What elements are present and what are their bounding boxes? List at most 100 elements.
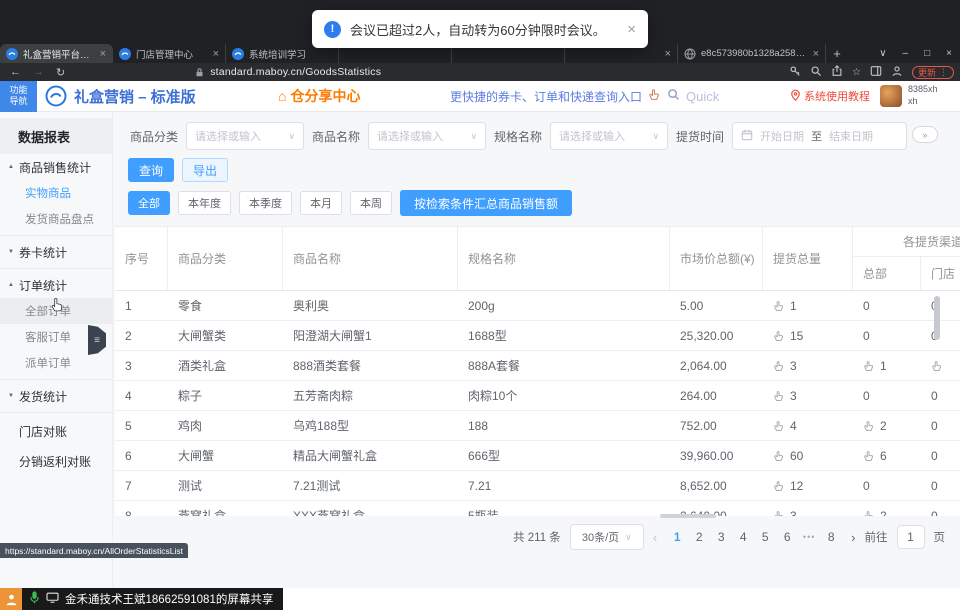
filter-tab[interactable]: 本月 — [300, 191, 342, 215]
sidebar-item-shipment-check[interactable]: 发货商品盘点 — [0, 206, 112, 232]
cell-category: 大闸蟹类 — [168, 321, 283, 350]
function-nav-toggle[interactable]: 功能 导航 — [0, 81, 37, 112]
tab-close-icon[interactable]: × — [100, 48, 106, 60]
spec-select[interactable]: 请选择或输入 ∨ — [550, 122, 668, 150]
main-content: 商品分类 请选择或输入 ∨ 商品名称 请选择或输入 ∨ 规格名称 请选择或输入 … — [113, 112, 960, 588]
tab-title: 系统培训学习 — [249, 47, 332, 61]
cell-spec: 肉粽10个 — [458, 381, 670, 410]
page-number[interactable]: 5 — [754, 530, 776, 544]
meeting-app-icon[interactable] — [0, 588, 22, 610]
browser-tab-store[interactable]: 门店管理中心 × — [113, 44, 226, 63]
date-range-picker[interactable]: 开始日期 至 结束日期 — [732, 122, 907, 150]
minimize-button[interactable]: – — [903, 48, 909, 59]
quick-entry[interactable]: 更快捷的券卡、订单和快递查询入口 Quick — [450, 88, 719, 105]
forward-icon[interactable]: → — [33, 66, 44, 79]
lock-icon[interactable] — [195, 67, 204, 78]
page-number[interactable]: 6 — [776, 530, 798, 544]
time-filter-label: 提货时间 — [676, 128, 724, 145]
zoom-icon[interactable] — [810, 65, 822, 80]
location-pin-icon — [790, 89, 801, 104]
sidebar-group-shipping-stats[interactable]: ▼ 发货统计 — [0, 383, 112, 409]
horizontal-scrollbar[interactable] — [660, 514, 716, 518]
period-tabs: 全部本年度本季度本月本周 按检索条件汇总商品销售额 — [128, 190, 572, 216]
name-placeholder: 请选择或输入 — [377, 128, 470, 144]
export-button[interactable]: 导出 — [182, 158, 228, 182]
category-placeholder: 请选择或输入 — [195, 128, 288, 144]
col-name: 商品名称 — [283, 227, 458, 290]
sidebar-item-dispatch-orders[interactable]: 派单订单 — [0, 350, 112, 376]
search-button[interactable]: 查询 — [128, 158, 174, 182]
next-page-icon[interactable]: › — [851, 530, 855, 545]
side-panel-icon[interactable] — [870, 65, 882, 80]
table-row: 5鸡肉乌鸡188型188752.00420 — [115, 411, 960, 441]
divider — [0, 235, 112, 236]
filter-tab[interactable]: 本年度 — [178, 191, 231, 215]
new-tab-button[interactable]: + — [826, 44, 848, 63]
cell-pick-total: 3 — [763, 501, 853, 516]
pick-count-icon — [863, 360, 875, 372]
pick-count-icon — [773, 390, 785, 402]
filter-tab[interactable]: 全部 — [128, 191, 170, 215]
sidebar-group-coupon-stats[interactable]: ▼ 券卡统计 — [0, 239, 112, 265]
cell-name: 7.21测试 — [283, 471, 458, 500]
prev-page-icon[interactable]: ‹ — [653, 530, 657, 545]
summary-button[interactable]: 按检索条件汇总商品销售额 — [400, 190, 572, 216]
vertical-scrollbar[interactable] — [934, 296, 940, 340]
cell-pick-total: 3 — [763, 351, 853, 380]
browser-tab-goods[interactable]: 礼盒营销平台管理中心 × — [0, 44, 113, 63]
cell-category: 大闸蟹 — [168, 441, 283, 470]
page-number[interactable]: 2 — [688, 530, 710, 544]
cell-store: 0 — [921, 441, 960, 470]
nav-toggle-line2: 导航 — [9, 96, 27, 107]
collapse-filters-button[interactable]: » — [912, 126, 938, 143]
col-spec: 规格名称 — [458, 227, 670, 290]
tab-close-icon[interactable]: × — [213, 48, 219, 60]
address-bar[interactable]: standard.maboy.cn/GoodsStatistics — [210, 66, 381, 78]
page-number[interactable]: 4 — [732, 530, 754, 544]
sidebar-item-store-reconcile[interactable]: 门店对账 — [0, 416, 112, 446]
pick-count-icon — [773, 420, 785, 432]
cell-spec: 1688型 — [458, 321, 670, 350]
tab-close-icon[interactable]: × — [665, 48, 671, 60]
maximize-button[interactable]: □ — [924, 48, 930, 59]
sidebar-item-distribution-reconcile[interactable]: 分销返利对账 — [0, 446, 112, 476]
page-number[interactable]: 3 — [710, 530, 732, 544]
share-icon[interactable] — [831, 65, 843, 80]
page-number[interactable]: 1 — [666, 530, 688, 544]
browser-tab-hash[interactable]: e8c573980b1328a258fd2e6f8 × — [678, 44, 826, 63]
share-center-link[interactable]: ⌂ 仓分享中心 — [278, 86, 360, 106]
page-number[interactable]: ••• — [798, 532, 820, 542]
bookmark-star-icon[interactable]: ☆ — [852, 67, 861, 78]
close-window-button[interactable]: × — [946, 48, 952, 59]
cell-spec: 200g — [458, 291, 670, 320]
cell-amount: 39,960.00 — [670, 441, 763, 470]
key-icon[interactable] — [789, 65, 801, 80]
calendar-icon — [741, 129, 753, 144]
sidebar-group-order-stats[interactable]: ▲ 订单统计 — [0, 272, 112, 298]
name-filter-label: 商品名称 — [312, 128, 360, 145]
toast-close-icon[interactable]: × — [627, 21, 636, 38]
tab-search-icon[interactable]: ∨ — [879, 48, 886, 59]
chrome-update-button[interactable]: 更新 ⋮ — [912, 66, 954, 79]
filter-tab[interactable]: 本周 — [350, 191, 392, 215]
profile-icon[interactable] — [891, 65, 903, 80]
goto-page-input[interactable] — [897, 525, 925, 549]
category-select[interactable]: 请选择或输入 ∨ — [186, 122, 304, 150]
filter-tab[interactable]: 本季度 — [239, 191, 292, 215]
system-tutorial-link[interactable]: 系统使用教程 — [790, 88, 870, 104]
tab-close-icon[interactable]: × — [813, 48, 819, 60]
divider — [0, 412, 112, 413]
sidebar-group-goods-sales[interactable]: ▲ 商品销售统计 — [0, 154, 112, 180]
cell-pick-total: 3 — [763, 381, 853, 410]
sidebar-item-physical-goods[interactable]: 实物商品 — [0, 180, 112, 206]
cell-no: 7 — [115, 471, 168, 500]
back-icon[interactable]: ← — [10, 66, 21, 79]
page-size-select[interactable]: 30条/页 ∨ — [570, 524, 644, 550]
page-number[interactable]: 8 — [820, 530, 842, 544]
point-hand-icon — [648, 88, 661, 104]
pagination: 共 211 条 30条/页 ∨ ‹ 123456•••8 › 前往 页 — [513, 524, 945, 550]
name-select[interactable]: 请选择或输入 ∨ — [368, 122, 486, 150]
user-box[interactable]: 8385xh xh — [880, 84, 938, 107]
chrome-menu-icon[interactable]: ⋮ — [939, 67, 948, 78]
reload-icon[interactable]: ↻ — [56, 66, 65, 79]
